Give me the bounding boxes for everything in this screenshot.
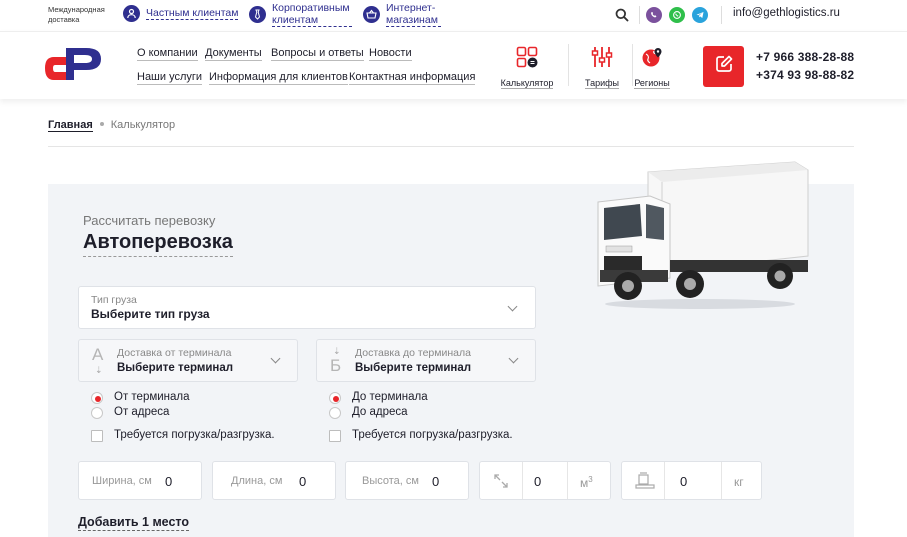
radio-label: До адреса	[352, 406, 408, 418]
segment-private-clients[interactable]: Частным клиентам	[123, 5, 239, 22]
length-value: 0	[299, 474, 307, 489]
cargo-type-label: Тип груза	[91, 294, 137, 306]
checkbox-label: Требуется погрузка/разгрузка.	[114, 429, 275, 441]
segment-corporate-clients[interactable]: Корпоративным клиентам	[249, 2, 352, 27]
tool-label: Тарифы	[584, 78, 619, 89]
tool-label: Калькулятор	[500, 78, 554, 89]
radio-to-address[interactable]	[329, 407, 341, 419]
request-button[interactable]	[703, 46, 744, 87]
chevron-down-icon	[508, 353, 519, 364]
viber-icon[interactable]	[646, 7, 662, 23]
add-place-button[interactable]: Добавить 1 место	[78, 515, 190, 531]
nav-contacts[interactable]: Контактная информация	[349, 71, 476, 85]
width-value: 0	[165, 474, 173, 489]
radio-from-address[interactable]	[91, 407, 103, 419]
radio-label: От адреса	[114, 406, 170, 418]
scale-icon	[634, 471, 656, 496]
volume-value: 0	[534, 474, 542, 489]
divider	[567, 462, 568, 499]
height-input[interactable]: Высота, см 0	[345, 461, 469, 500]
breadcrumb-home[interactable]: Главная	[48, 119, 93, 132]
weight-value: 0	[680, 474, 688, 489]
divider	[639, 6, 640, 24]
email-link[interactable]: info@gethlogistics.ru	[733, 7, 840, 19]
truck-illustration	[590, 160, 815, 320]
tool-label: Регионы	[634, 78, 670, 89]
chevron-down-icon	[270, 353, 281, 364]
main-header: О компании Документы Вопросы и ответы Но…	[0, 31, 907, 99]
loading-to-checkbox[interactable]	[329, 430, 341, 442]
radio-label: От терминала	[114, 391, 190, 403]
top-bar: Международная доставка Частным клиентам …	[0, 0, 907, 31]
radio-to-terminal[interactable]	[329, 392, 341, 404]
from-terminal-label: Доставка от терминала	[117, 347, 232, 359]
cargo-type-value: Выберите тип груза	[91, 307, 210, 321]
globe-pin-icon	[641, 48, 663, 72]
segment-online-stores[interactable]: Интернет-магазинам	[363, 2, 441, 27]
width-input[interactable]: Ширина, см 0	[78, 461, 202, 500]
divider	[522, 462, 523, 499]
sliders-icon	[591, 47, 613, 72]
width-label: Ширина, см	[92, 475, 152, 487]
volume-input[interactable]: 0 м3	[479, 461, 611, 500]
divider	[721, 6, 722, 24]
calculator-icon	[516, 46, 538, 72]
to-terminal-select[interactable]: ⇣ Б Доставка до терминала Выберите терми…	[316, 339, 536, 382]
tool-calculator[interactable]: Калькулятор	[497, 46, 557, 91]
checkbox-label: Требуется погрузка/разгрузка.	[352, 429, 513, 441]
tie-icon	[249, 6, 266, 23]
weight-unit: кг	[734, 475, 744, 489]
nav-about[interactable]: О компании	[137, 47, 198, 61]
international-delivery-label: Международная доставка	[48, 5, 105, 24]
length-label: Длина, см	[231, 475, 283, 487]
breadcrumb-current: Калькулятор	[110, 119, 176, 131]
height-value: 0	[432, 474, 440, 489]
loading-from-checkbox[interactable]	[91, 430, 103, 442]
segment-label: Корпоративным клиентам	[272, 2, 352, 27]
weight-input[interactable]: 0 кг	[621, 461, 762, 500]
point-b-letter: Б	[330, 356, 342, 375]
divider	[48, 146, 854, 147]
radio-label: До терминала	[352, 391, 428, 403]
cargo-type-select[interactable]: Тип груза Выберите тип груза	[78, 286, 536, 329]
height-label: Высота, см	[362, 475, 419, 487]
phone-am[interactable]: +374 93 98-88-82	[756, 68, 854, 82]
from-terminal-value: Выберите терминал	[117, 362, 234, 374]
nav-news[interactable]: Новости	[369, 47, 412, 61]
edit-icon	[714, 54, 734, 79]
person-icon	[123, 5, 140, 22]
divider	[568, 44, 569, 86]
search-icon[interactable]	[614, 7, 630, 23]
divider	[721, 462, 722, 499]
nav-services[interactable]: Наши услуги	[137, 71, 203, 85]
calculator-title: Автоперевозка	[83, 231, 233, 257]
radio-from-terminal[interactable]	[91, 392, 103, 404]
basket-icon	[363, 6, 380, 23]
nav-client-info[interactable]: Информация для клиентов	[209, 71, 348, 85]
length-input[interactable]: Длина, см 0	[212, 461, 336, 500]
arrow-down-icon: ⇣	[95, 365, 103, 375]
calculator-subtitle: Рассчитать перевозку	[83, 213, 216, 228]
breadcrumb-separator	[99, 122, 104, 126]
from-terminal-select[interactable]: А ⇣ Доставка от терминала Выберите терми…	[78, 339, 298, 382]
phone-ru[interactable]: +7 966 388-28-88	[756, 50, 854, 64]
telegram-icon[interactable]	[692, 7, 708, 23]
volume-unit: м3	[580, 475, 593, 490]
divider	[664, 462, 665, 499]
to-terminal-value: Выберите терминал	[355, 362, 472, 374]
expand-icon	[493, 473, 509, 494]
tool-regions[interactable]: Регионы	[622, 46, 682, 91]
nav-documents[interactable]: Документы	[205, 47, 262, 61]
segment-label: Частным клиентам	[146, 7, 239, 20]
whatsapp-icon[interactable]	[669, 7, 685, 23]
to-terminal-label: Доставка до терминала	[355, 347, 471, 359]
segment-label: Интернет-магазинам	[386, 2, 441, 27]
chevron-down-icon	[507, 301, 518, 312]
breadcrumb: Главная Калькулятор	[48, 119, 176, 132]
point-a-letter: А	[92, 345, 104, 364]
nav-faq[interactable]: Вопросы и ответы	[271, 47, 364, 61]
company-logo[interactable]	[43, 44, 103, 93]
